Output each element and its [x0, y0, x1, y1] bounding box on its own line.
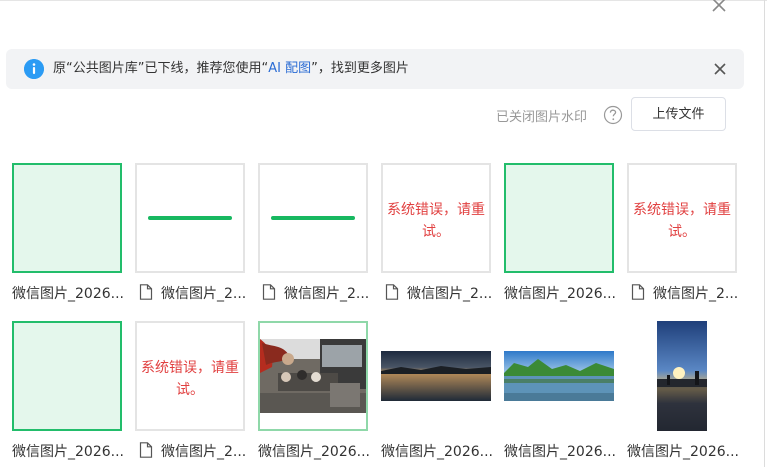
- image-tile[interactable]: [504, 163, 614, 273]
- notice-close-icon[interactable]: [711, 60, 729, 78]
- error-message: 系统错误，请重试。: [633, 202, 731, 240]
- file-icon: [262, 284, 276, 300]
- image-tile[interactable]: [381, 321, 491, 431]
- info-icon: [24, 59, 44, 79]
- image-tile[interactable]: 系统错误，请重试。: [381, 163, 491, 273]
- patio-photo: [260, 323, 366, 429]
- image-caption[interactable]: 微信图片_2026...: [258, 441, 370, 461]
- file-icon: [139, 442, 153, 458]
- close-icon[interactable]: [708, 0, 730, 16]
- image-tile[interactable]: [258, 163, 368, 273]
- ai-image-link[interactable]: AI 配图: [268, 61, 311, 76]
- image-tile[interactable]: [627, 321, 737, 431]
- notice-text-after: ”，找到更多图片: [311, 61, 409, 76]
- image-tile[interactable]: [504, 321, 614, 431]
- image-caption[interactable]: 微信图片_2...: [161, 283, 246, 303]
- file-icon: [385, 284, 399, 300]
- error-message: 系统错误，请重试。: [387, 202, 485, 240]
- notice-text-before: 原“公共图片库”已下线，推荐您使用“: [53, 61, 269, 76]
- file-icon: [139, 284, 153, 300]
- image-caption[interactable]: 微信图片_2026...: [381, 441, 493, 461]
- image-caption[interactable]: 微信图片_2...: [653, 283, 738, 303]
- loading-bar: [148, 216, 232, 220]
- image-caption[interactable]: 微信图片_2026...: [504, 283, 616, 303]
- loading-bar: [271, 216, 355, 220]
- night-lake-photo: [381, 351, 491, 401]
- image-caption[interactable]: 微信图片_2026...: [627, 441, 739, 461]
- image-tile[interactable]: [135, 163, 245, 273]
- question-circle-icon[interactable]: [603, 105, 623, 125]
- error-message: 系统错误，请重试。: [141, 360, 239, 398]
- upload-file-button[interactable]: 上传文件: [631, 97, 726, 131]
- image-caption[interactable]: 微信图片_2026...: [504, 441, 616, 461]
- notice-banner: 原“公共图片库”已下线，推荐您使用“AI 配图”，找到更多图片: [6, 49, 744, 89]
- image-caption[interactable]: 微信图片_2026...: [12, 283, 124, 303]
- image-caption[interactable]: 微信图片_2026...: [12, 441, 124, 461]
- image-caption[interactable]: 微信图片_2...: [407, 283, 492, 303]
- image-tile[interactable]: [12, 321, 122, 431]
- day-lake-photo: [504, 351, 614, 401]
- image-tile[interactable]: [258, 321, 368, 431]
- image-tile[interactable]: 系统错误，请重试。: [135, 321, 245, 431]
- image-caption[interactable]: 微信图片_2...: [284, 283, 369, 303]
- watermark-status: 已关闭图片水印: [496, 110, 588, 125]
- image-caption[interactable]: 微信图片_2...: [161, 441, 246, 461]
- sunset-tower-photo: [657, 321, 707, 431]
- file-icon: [631, 284, 645, 300]
- image-tile[interactable]: 系统错误，请重试。: [627, 163, 737, 273]
- image-picker-dialog: 原“公共图片库”已下线，推荐您使用“AI 配图”，找到更多图片 已关闭图片水印 …: [0, 0, 767, 467]
- notice-text: 原“公共图片库”已下线，推荐您使用“AI 配图”，找到更多图片: [53, 60, 409, 78]
- right-divider: [764, 0, 765, 467]
- top-divider: [0, 0, 767, 1]
- image-tile[interactable]: [12, 163, 122, 273]
